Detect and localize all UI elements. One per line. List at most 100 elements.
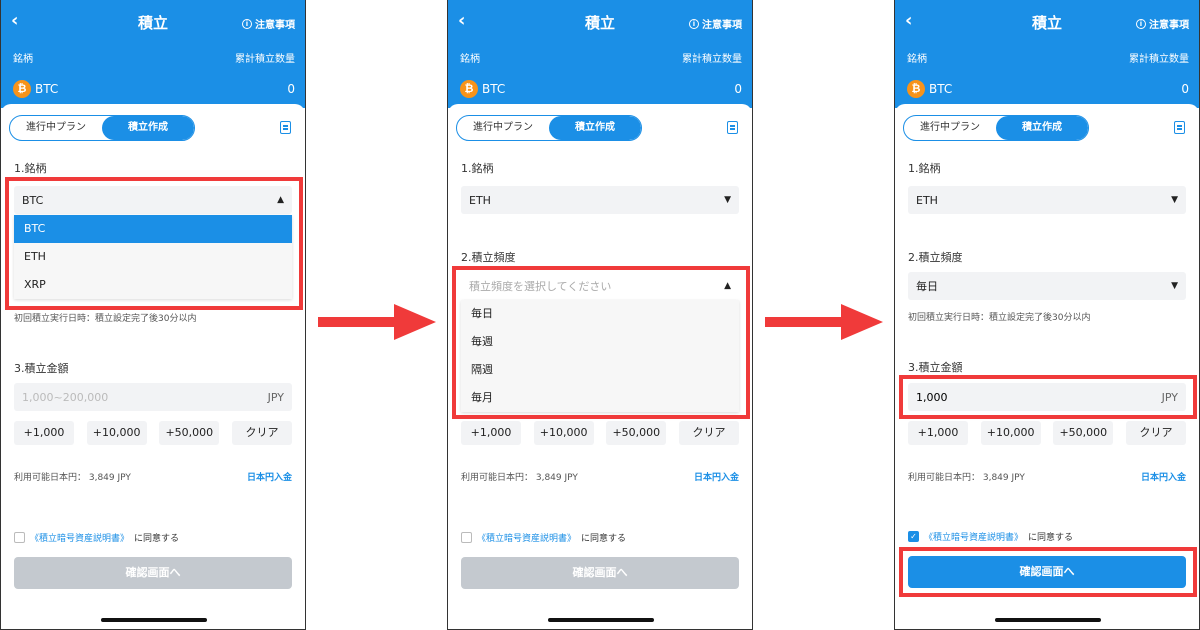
caret-down-icon: ▼ xyxy=(1171,195,1178,205)
available-balance: 利用可能日本円： 3,849 JPY 日本円入金 xyxy=(14,470,292,483)
segment-control: 進行中プラン 積立作成 xyxy=(456,115,642,141)
section-coin-label: 1.銘柄 xyxy=(461,162,494,175)
total-amount: 0 xyxy=(287,82,295,96)
amount-input[interactable]: 1,000~200,000 JPY xyxy=(14,383,292,411)
document-icon[interactable] xyxy=(727,121,738,134)
add-10000-button[interactable]: +10,000 xyxy=(980,421,1041,445)
available-label: 利用可能日本円： 3,849 JPY xyxy=(14,473,131,483)
coin-name: BTC xyxy=(35,82,59,96)
clear-button[interactable]: クリア xyxy=(231,421,292,445)
label-total: 累計積立数量 xyxy=(235,54,295,65)
highlight-box xyxy=(452,266,750,419)
header-labels: 銘柄 累計積立数量 xyxy=(13,50,295,65)
tab-create-plan[interactable]: 積立作成 xyxy=(102,116,194,140)
caret-down-icon: ▼ xyxy=(1171,281,1178,291)
header-values: ₿ BTC 0 xyxy=(13,80,295,98)
home-indicator xyxy=(995,618,1101,622)
section-frequency-label: 2.積立頻度 xyxy=(908,251,963,264)
available-label: 利用可能日本円： 3,849 JPY xyxy=(908,473,1025,483)
clear-button[interactable]: クリア xyxy=(678,421,739,445)
add-50000-button[interactable]: +50,000 xyxy=(606,421,667,445)
add-1000-button[interactable]: +1,000 xyxy=(908,421,968,445)
available-label: 利用可能日本円： 3,849 JPY xyxy=(461,473,578,483)
highlight-box xyxy=(5,177,303,310)
agreement-row: 《積立暗号資産説明書》 に同意する xyxy=(461,531,626,544)
deposit-link[interactable]: 日本円入金 xyxy=(1141,470,1186,483)
add-10000-button[interactable]: +10,000 xyxy=(86,421,147,445)
agree-text: に同意する xyxy=(581,534,627,544)
home-indicator xyxy=(101,618,207,622)
bitcoin-icon: ₿ xyxy=(13,80,31,98)
agree-checkbox-checked[interactable]: ✓ xyxy=(908,531,919,542)
add-1000-button[interactable]: +1,000 xyxy=(461,421,521,445)
document-icon[interactable] xyxy=(1174,121,1185,134)
agreement-doc-link[interactable]: 《積立暗号資産説明書》 xyxy=(477,531,576,544)
coin-select[interactable]: ETH ▼ xyxy=(461,186,739,214)
agreement-doc-link[interactable]: 《積立暗号資産説明書》 xyxy=(30,531,129,544)
add-1000-button[interactable]: +1,000 xyxy=(14,421,74,445)
header: ‹ 積立 i 注意事項 銘柄 累計積立数量 ₿ BTC 0 xyxy=(1,0,305,108)
add-50000-button[interactable]: +50,000 xyxy=(1053,421,1114,445)
segment-control: 進行中プラン 積立作成 xyxy=(9,115,195,141)
tab-create-plan[interactable]: 積立作成 xyxy=(549,116,641,140)
notice-link[interactable]: i 注意事項 xyxy=(689,16,742,31)
section-amount-label: 3.積立金額 xyxy=(908,361,963,374)
document-icon[interactable] xyxy=(280,121,291,134)
notice-label: 注意事項 xyxy=(1149,20,1189,31)
clear-button[interactable]: クリア xyxy=(1125,421,1186,445)
quick-amount-buttons: +1,000 +10,000 +50,000 クリア xyxy=(461,421,739,445)
label-total: 累計積立数量 xyxy=(1129,54,1189,65)
frequency-select-value: 毎日 xyxy=(916,280,938,293)
coin-display: ₿ BTC xyxy=(907,80,952,98)
coin-select-value: ETH xyxy=(469,193,491,207)
amount-unit: JPY xyxy=(267,390,284,404)
coin-select[interactable]: ETH ▼ xyxy=(908,186,1186,214)
agree-checkbox[interactable] xyxy=(14,532,25,543)
label-total: 累計積立数量 xyxy=(682,54,742,65)
tab-running-plans[interactable]: 進行中プラン xyxy=(10,116,102,140)
info-icon: i xyxy=(689,18,699,29)
deposit-link[interactable]: 日本円入金 xyxy=(694,470,739,483)
caret-down-icon: ▼ xyxy=(724,195,731,205)
header-labels: 銘柄 累計積立数量 xyxy=(460,50,742,65)
tab-running-plans[interactable]: 進行中プラン xyxy=(904,116,996,140)
notice-label: 注意事項 xyxy=(702,20,742,31)
agreement-doc-link[interactable]: 《積立暗号資産説明書》 xyxy=(924,530,1023,543)
info-icon: i xyxy=(1136,18,1146,29)
amount-placeholder: 1,000~200,000 xyxy=(22,390,109,404)
add-50000-button[interactable]: +50,000 xyxy=(159,421,220,445)
available-balance: 利用可能日本円： 3,849 JPY 日本円入金 xyxy=(461,470,739,483)
confirm-button[interactable]: 確認画面へ xyxy=(14,557,292,589)
total-amount: 0 xyxy=(734,82,742,96)
section-frequency-label: 2.積立頻度 xyxy=(461,251,516,264)
agree-checkbox[interactable] xyxy=(461,532,472,543)
bitcoin-icon: ₿ xyxy=(907,80,925,98)
first-exec-note: 初回積立実行日時：積立設定完了後30分以内 xyxy=(908,313,1091,323)
segment-control: 進行中プラン 積立作成 xyxy=(903,115,1089,141)
deposit-link[interactable]: 日本円入金 xyxy=(247,470,292,483)
confirm-button[interactable]: 確認画面へ xyxy=(461,557,739,589)
notice-link[interactable]: i 注意事項 xyxy=(1136,16,1189,31)
frequency-select[interactable]: 毎日 ▼ xyxy=(908,272,1186,300)
quick-amount-buttons: +1,000 +10,000 +50,000 クリア xyxy=(14,421,292,445)
agreement-row: ✓ 《積立暗号資産説明書》 に同意する xyxy=(908,530,1073,543)
agreement-row: 《積立暗号資産説明書》 に同意する xyxy=(14,531,179,544)
add-10000-button[interactable]: +10,000 xyxy=(533,421,594,445)
section-coin-label: 1.銘柄 xyxy=(908,162,941,175)
available-balance: 利用可能日本円： 3,849 JPY 日本円入金 xyxy=(908,470,1186,483)
section-coin-label: 1.銘柄 xyxy=(14,162,47,175)
agree-text: に同意する xyxy=(134,534,180,544)
notice-label: 注意事項 xyxy=(255,20,295,31)
coin-display: ₿ BTC xyxy=(460,80,505,98)
coin-display: ₿ BTC xyxy=(13,80,58,98)
coin-select-value: ETH xyxy=(916,193,938,207)
phone-screen-1: ‹ 積立 i 注意事項 銘柄 累計積立数量 ₿ BTC 0 進行中プラン 積立作成 1.銘… xyxy=(0,0,306,630)
coin-name: BTC xyxy=(929,82,953,96)
notice-link[interactable]: i 注意事項 xyxy=(242,16,295,31)
coin-name: BTC xyxy=(482,82,506,96)
tab-create-plan[interactable]: 積立作成 xyxy=(996,116,1088,140)
arrow-right-icon xyxy=(765,304,883,340)
tab-running-plans[interactable]: 進行中プラン xyxy=(457,116,549,140)
label-coin: 銘柄 xyxy=(460,54,480,65)
bitcoin-icon: ₿ xyxy=(460,80,478,98)
